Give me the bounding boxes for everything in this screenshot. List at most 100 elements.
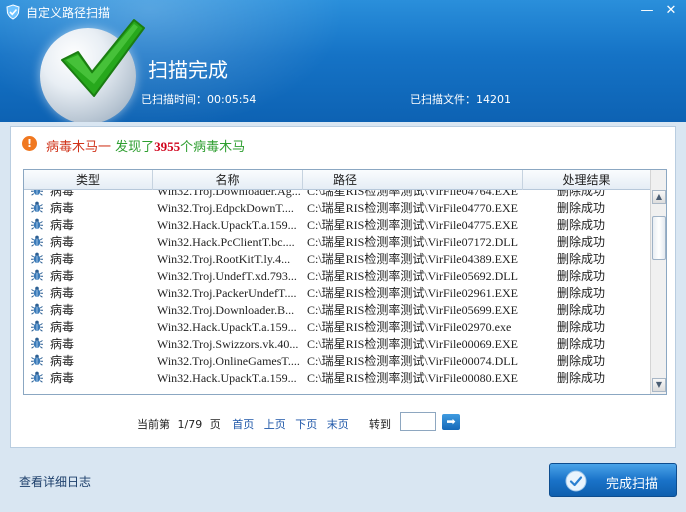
path-cell: C:\瑞星RIS检测率测试\VirFile00074.DLL xyxy=(307,354,518,368)
page-prefix: 当前第 xyxy=(137,418,170,431)
name-cell: Win32.Hack.PcClientT.bc.... xyxy=(157,235,295,249)
last-page-link[interactable]: 末页 xyxy=(327,418,349,431)
type-cell: 病毒 xyxy=(30,217,150,234)
column-header-type[interactable]: 类型 xyxy=(24,170,153,190)
page-suffix: 页 xyxy=(209,418,221,431)
minimize-button[interactable]: — xyxy=(636,2,658,20)
close-button[interactable]: ✕ xyxy=(660,2,682,20)
result-cell: 删除成功 xyxy=(557,371,606,385)
result-cell: 删除成功 xyxy=(557,190,606,198)
bug-icon xyxy=(31,354,43,366)
result-cell: 删除成功 xyxy=(557,286,606,300)
bug-icon xyxy=(31,303,43,315)
view-detailed-log-link[interactable]: 查看详细日志 xyxy=(19,473,91,490)
name-cell: Win32.Troj.Downloader.B... xyxy=(157,303,295,317)
path-cell: C:\瑞星RIS检测率测试\VirFile05699.EXE xyxy=(307,303,518,317)
table-row[interactable]: 病毒 Win32.Hack.UpackT.a.159... C:\瑞星RIS检测率测… xyxy=(24,217,650,234)
name-cell: Win32.Hack.UpackT.a.159... xyxy=(157,371,297,385)
scan-time: 已扫描时间：00:05:54 xyxy=(141,93,257,106)
type-label: 病毒 xyxy=(50,286,75,300)
type-label: 病毒 xyxy=(50,218,75,232)
results-panel: ! 病毒木马一 发现了3955个病毒木马 类型 名称 路径 处理结果 病毒 Win… xyxy=(10,126,676,448)
first-page-link[interactable]: 首页 xyxy=(232,418,254,431)
found-prefix: 发现了 xyxy=(115,140,155,155)
name-cell: Win32.Troj.RootKitT.ly.4... xyxy=(157,252,291,266)
path-cell: C:\瑞星RIS检测率测试\VirFile02970.exe xyxy=(307,320,512,334)
finish-scan-button[interactable]: 完成扫描 xyxy=(549,463,677,497)
table-row[interactable]: 病毒 Win32.Troj.Downloader.B... C:\瑞星RIS检测率测… xyxy=(24,302,650,319)
path-cell: C:\瑞星RIS检测率测试\VirFile07172.DLL xyxy=(307,235,518,249)
bug-icon xyxy=(31,320,43,332)
type-label: 病毒 xyxy=(50,320,75,334)
table-row[interactable]: 病毒 Win32.Troj.EdpckDownT.... C:\瑞星RIS检测率测试… xyxy=(24,200,650,217)
bug-icon xyxy=(31,337,43,349)
prev-page-link[interactable]: 上页 xyxy=(264,418,286,431)
table-row[interactable]: 病毒 Win32.Troj.RootKitT.ly.4... C:\瑞星RIS检测率… xyxy=(24,251,650,268)
goto-page-input[interactable] xyxy=(400,412,436,431)
table-row[interactable]: 病毒 Win32.Troj.UndefT.xd.793... C:\瑞星RIS检测率… xyxy=(24,268,650,285)
table-row[interactable]: 病毒 Win32.Hack.UpackT.a.159... C:\瑞星RIS检测率测… xyxy=(24,370,650,387)
column-header-result[interactable]: 处理结果 xyxy=(523,170,650,190)
type-cell: 病毒 xyxy=(30,268,150,285)
path-cell: C:\瑞星RIS检测率测试\VirFile02961.EXE xyxy=(307,286,518,300)
threat-summary: 病毒木马一 发现了3955个病毒木马 xyxy=(46,136,245,155)
type-cell: 病毒 xyxy=(30,302,150,319)
type-label: 病毒 xyxy=(50,371,75,385)
bug-icon xyxy=(31,371,43,383)
path-cell: C:\瑞星RIS检测率测试\VirFile00069.EXE xyxy=(307,337,518,351)
type-cell: 病毒 xyxy=(30,234,150,251)
scroll-up-button[interactable]: ▲ xyxy=(652,190,666,204)
type-label: 病毒 xyxy=(50,354,75,368)
threat-count: 3955 xyxy=(154,139,181,154)
type-cell: 病毒 xyxy=(30,370,150,387)
threat-category: 病毒木马一 xyxy=(46,140,112,155)
type-label: 病毒 xyxy=(50,303,75,317)
results-table: 类型 名称 路径 处理结果 病毒 Win32.Troj.Downloader.Ag… xyxy=(23,169,667,395)
green-checkmark-icon xyxy=(61,19,145,97)
scanned-files-count: 已扫描文件：14201 xyxy=(410,93,511,106)
bug-icon xyxy=(31,218,43,230)
path-cell: C:\瑞星RIS检测率测试\VirFile04389.EXE xyxy=(307,252,518,266)
table-row[interactable]: 病毒 Win32.Troj.Swizzors.vk.40... C:\瑞星RIS检测… xyxy=(24,336,650,353)
name-cell: Win32.Hack.UpackT.a.159... xyxy=(157,320,297,334)
table-row[interactable]: 病毒 Win32.Hack.UpackT.a.159... C:\瑞星RIS检测率测… xyxy=(24,319,650,336)
type-cell: 病毒 xyxy=(30,353,150,370)
table-rows: 病毒 Win32.Troj.Downloader.Ag... C:\瑞星RIS检测率… xyxy=(24,190,650,387)
next-page-link[interactable]: 下页 xyxy=(295,418,317,431)
scroll-down-button[interactable]: ▼ xyxy=(652,378,666,392)
bug-icon xyxy=(31,235,43,247)
name-cell: Win32.Troj.PackerUndefT.... xyxy=(157,286,297,300)
result-cell: 删除成功 xyxy=(557,354,606,368)
name-cell: Win32.Troj.EdpckDownT.... xyxy=(157,201,294,215)
result-cell: 删除成功 xyxy=(557,201,606,215)
table-body: 病毒 Win32.Troj.Downloader.Ag... C:\瑞星RIS检测率… xyxy=(24,190,650,394)
column-header-path[interactable]: 路径 xyxy=(303,170,523,190)
vertical-scrollbar[interactable]: ▲ ▼ xyxy=(650,170,666,394)
type-label: 病毒 xyxy=(50,190,75,198)
path-cell: C:\瑞星RIS检测率测试\VirFile00080.EXE xyxy=(307,371,518,385)
result-cell: 删除成功 xyxy=(557,235,606,249)
result-cell: 删除成功 xyxy=(557,320,606,334)
type-cell: 病毒 xyxy=(30,285,150,302)
type-cell: 病毒 xyxy=(30,319,150,336)
scroll-thumb[interactable] xyxy=(652,216,666,260)
pagination: 当前第 1/79 页 首页 上页 下页 末页 xyxy=(137,416,359,432)
table-row[interactable]: 病毒 Win32.Hack.PcClientT.bc.... C:\瑞星RIS检测率… xyxy=(24,234,650,251)
table-row[interactable]: 病毒 Win32.Troj.Downloader.Ag... C:\瑞星RIS检测率… xyxy=(24,190,650,200)
page-indicator: 1/79 xyxy=(177,418,203,431)
goto-arrow-button[interactable]: ➡ xyxy=(442,414,460,430)
table-row[interactable]: 病毒 Win32.Troj.PackerUndefT.... C:\瑞星RIS检测率… xyxy=(24,285,650,302)
name-cell: Win32.Troj.Swizzors.vk.40... xyxy=(157,337,299,351)
type-label: 病毒 xyxy=(50,269,75,283)
type-label: 病毒 xyxy=(50,201,75,215)
path-cell: C:\瑞星RIS检测率测试\VirFile05692.DLL xyxy=(307,269,518,283)
scan-status-title: 扫描完成 xyxy=(148,58,228,82)
table-row[interactable]: 病毒 Win32.Troj.OnlineGamesT.... C:\瑞星RIS检测率… xyxy=(24,353,650,370)
shield-icon xyxy=(6,4,20,20)
bug-icon xyxy=(31,201,43,213)
check-circle-icon xyxy=(565,470,587,492)
column-header-name[interactable]: 名称 xyxy=(153,170,303,190)
found-suffix: 个病毒木马 xyxy=(180,140,246,155)
type-cell: 病毒 xyxy=(30,200,150,217)
result-cell: 删除成功 xyxy=(557,337,606,351)
